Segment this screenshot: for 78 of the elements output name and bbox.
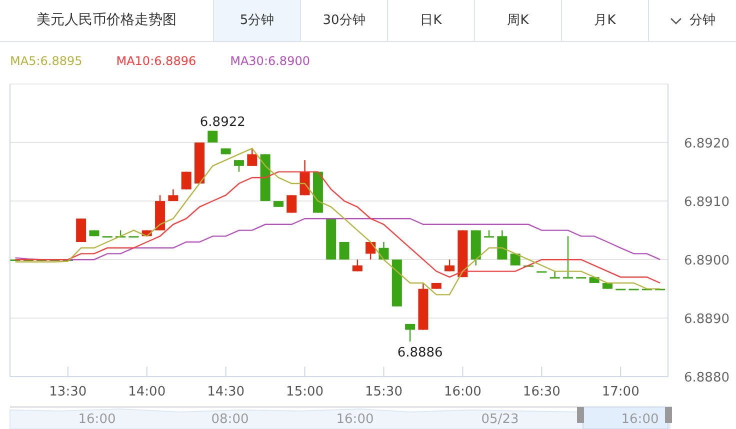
candlestick <box>50 260 60 261</box>
candlestick <box>602 282 612 289</box>
axis-label: 6.8910 <box>684 195 730 210</box>
legend-label: MA5:6.8895 <box>10 53 82 70</box>
axis-label: 14:30 <box>207 384 245 400</box>
candlestick <box>576 277 586 279</box>
candlestick <box>247 148 258 166</box>
candlestick <box>524 265 534 267</box>
candlestick <box>273 201 284 207</box>
navigator-label: 16:00 <box>621 412 659 427</box>
candlestick <box>220 148 231 154</box>
axis-label: 6.8890 <box>684 312 730 328</box>
candlestick <box>300 160 310 196</box>
axis-label: 17:00 <box>602 384 640 400</box>
axis-label: 14:00 <box>128 384 166 400</box>
period-tab[interactable]: 5分钟 <box>213 0 300 41</box>
slider-handle[interactable] <box>665 407 672 423</box>
legend-label: MA30:6.8900 <box>230 53 310 70</box>
candlestick <box>405 324 416 342</box>
candlestick <box>234 160 244 172</box>
candlestick <box>62 260 73 261</box>
candlestick <box>497 230 508 260</box>
candlestick <box>181 172 192 190</box>
candlestick <box>23 260 34 261</box>
slider-handle[interactable] <box>577 407 584 423</box>
candlestick <box>208 130 218 143</box>
candlestick <box>458 230 468 278</box>
price-label: 6.8922 <box>200 114 246 130</box>
price-label: 6.8886 <box>397 346 443 360</box>
candlestick <box>444 260 455 272</box>
candlestick <box>655 288 666 290</box>
candlestick <box>352 260 362 272</box>
candlestick <box>392 260 402 306</box>
axis-label: 15:30 <box>365 384 402 400</box>
axis-label: 6.8880 <box>684 370 730 386</box>
candlestick <box>312 172 323 213</box>
candlestick <box>378 242 389 260</box>
candlestick <box>589 277 600 283</box>
candlestick <box>128 236 139 238</box>
axis-label: 16:00 <box>444 384 482 400</box>
candlestick <box>36 260 47 261</box>
candlestick <box>155 195 166 230</box>
navigator-label: 05/23 <box>481 412 519 427</box>
candlestick <box>366 242 376 260</box>
candlestick <box>260 154 270 202</box>
chart-title: 美元人民币价格走势图 <box>36 11 176 30</box>
chevron-down-icon <box>670 16 682 24</box>
candlestick <box>510 254 520 266</box>
candlestick <box>10 260 20 261</box>
candlestick <box>326 218 336 260</box>
candlestick <box>616 288 626 290</box>
candlestick <box>339 242 350 260</box>
candlestick <box>628 288 639 290</box>
candlestick <box>431 282 442 289</box>
candlestick <box>642 288 652 290</box>
candlestick <box>194 142 204 184</box>
axis-label: 16:30 <box>522 384 560 400</box>
axis-label: 15:00 <box>286 384 324 400</box>
candlestick <box>418 282 428 330</box>
legend-label: MA10:6.8896 <box>116 53 196 70</box>
candlestick <box>286 195 297 213</box>
candlestick <box>484 230 494 238</box>
axis-label: 6.8900 <box>684 254 730 269</box>
axis-label: 13:30 <box>49 384 87 400</box>
candlestick <box>102 236 112 238</box>
candlestick <box>89 230 100 236</box>
candlestick <box>168 189 178 202</box>
candlestick <box>550 271 560 279</box>
navigator-label: 16:00 <box>78 412 116 427</box>
range-selector[interactable] <box>582 406 668 429</box>
candlestick <box>562 236 573 279</box>
candlestick <box>470 230 481 266</box>
navigator-label: 16:00 <box>336 412 374 427</box>
candlestick <box>76 218 86 242</box>
candlestick <box>536 271 547 273</box>
axis-label: 6.8920 <box>684 136 730 152</box>
navigator-label: 08:00 <box>211 412 249 427</box>
candlestick <box>116 230 126 238</box>
